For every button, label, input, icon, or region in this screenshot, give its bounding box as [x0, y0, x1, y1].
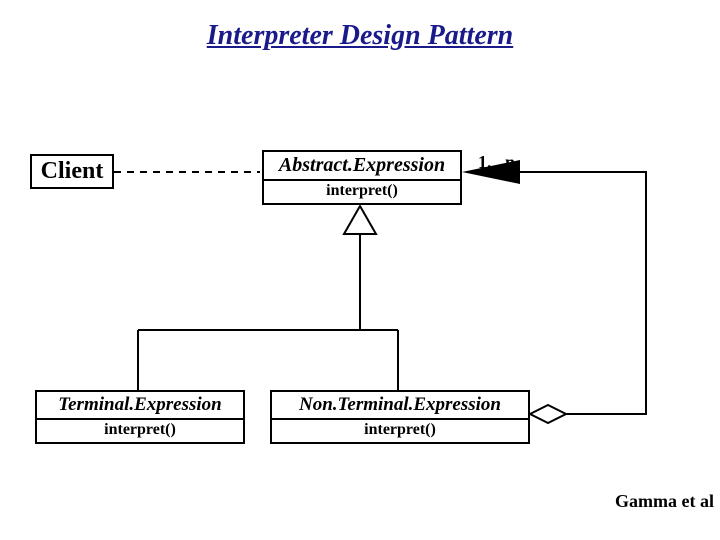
credit-label: Gamma et al: [615, 491, 714, 512]
aggregation-diamond: [530, 405, 566, 423]
nonterminal-expression-class: Non.Terminal.Expression interpret(): [270, 390, 530, 444]
terminal-expression-method: interpret(): [37, 420, 243, 442]
nonterminal-expression-method: interpret(): [272, 420, 528, 442]
nonterminal-expression-name: Non.Terminal.Expression: [272, 392, 528, 418]
client-class-name: Client: [32, 158, 112, 185]
abstract-expression-name: Abstract.Expression: [264, 152, 460, 179]
generalization-arrowhead: [344, 206, 376, 234]
aggregation-path: [520, 172, 646, 414]
terminal-expression-class: Terminal.Expression interpret(): [35, 390, 245, 444]
multiplicity-label: 1. . n: [478, 152, 515, 173]
diagram-title: Interpreter Design Pattern: [207, 20, 513, 52]
connectors: [0, 0, 720, 540]
client-class: Client: [30, 154, 114, 189]
abstract-expression-method: interpret(): [264, 181, 460, 203]
terminal-expression-name: Terminal.Expression: [37, 392, 243, 418]
abstract-expression-class: Abstract.Expression interpret(): [262, 150, 462, 205]
